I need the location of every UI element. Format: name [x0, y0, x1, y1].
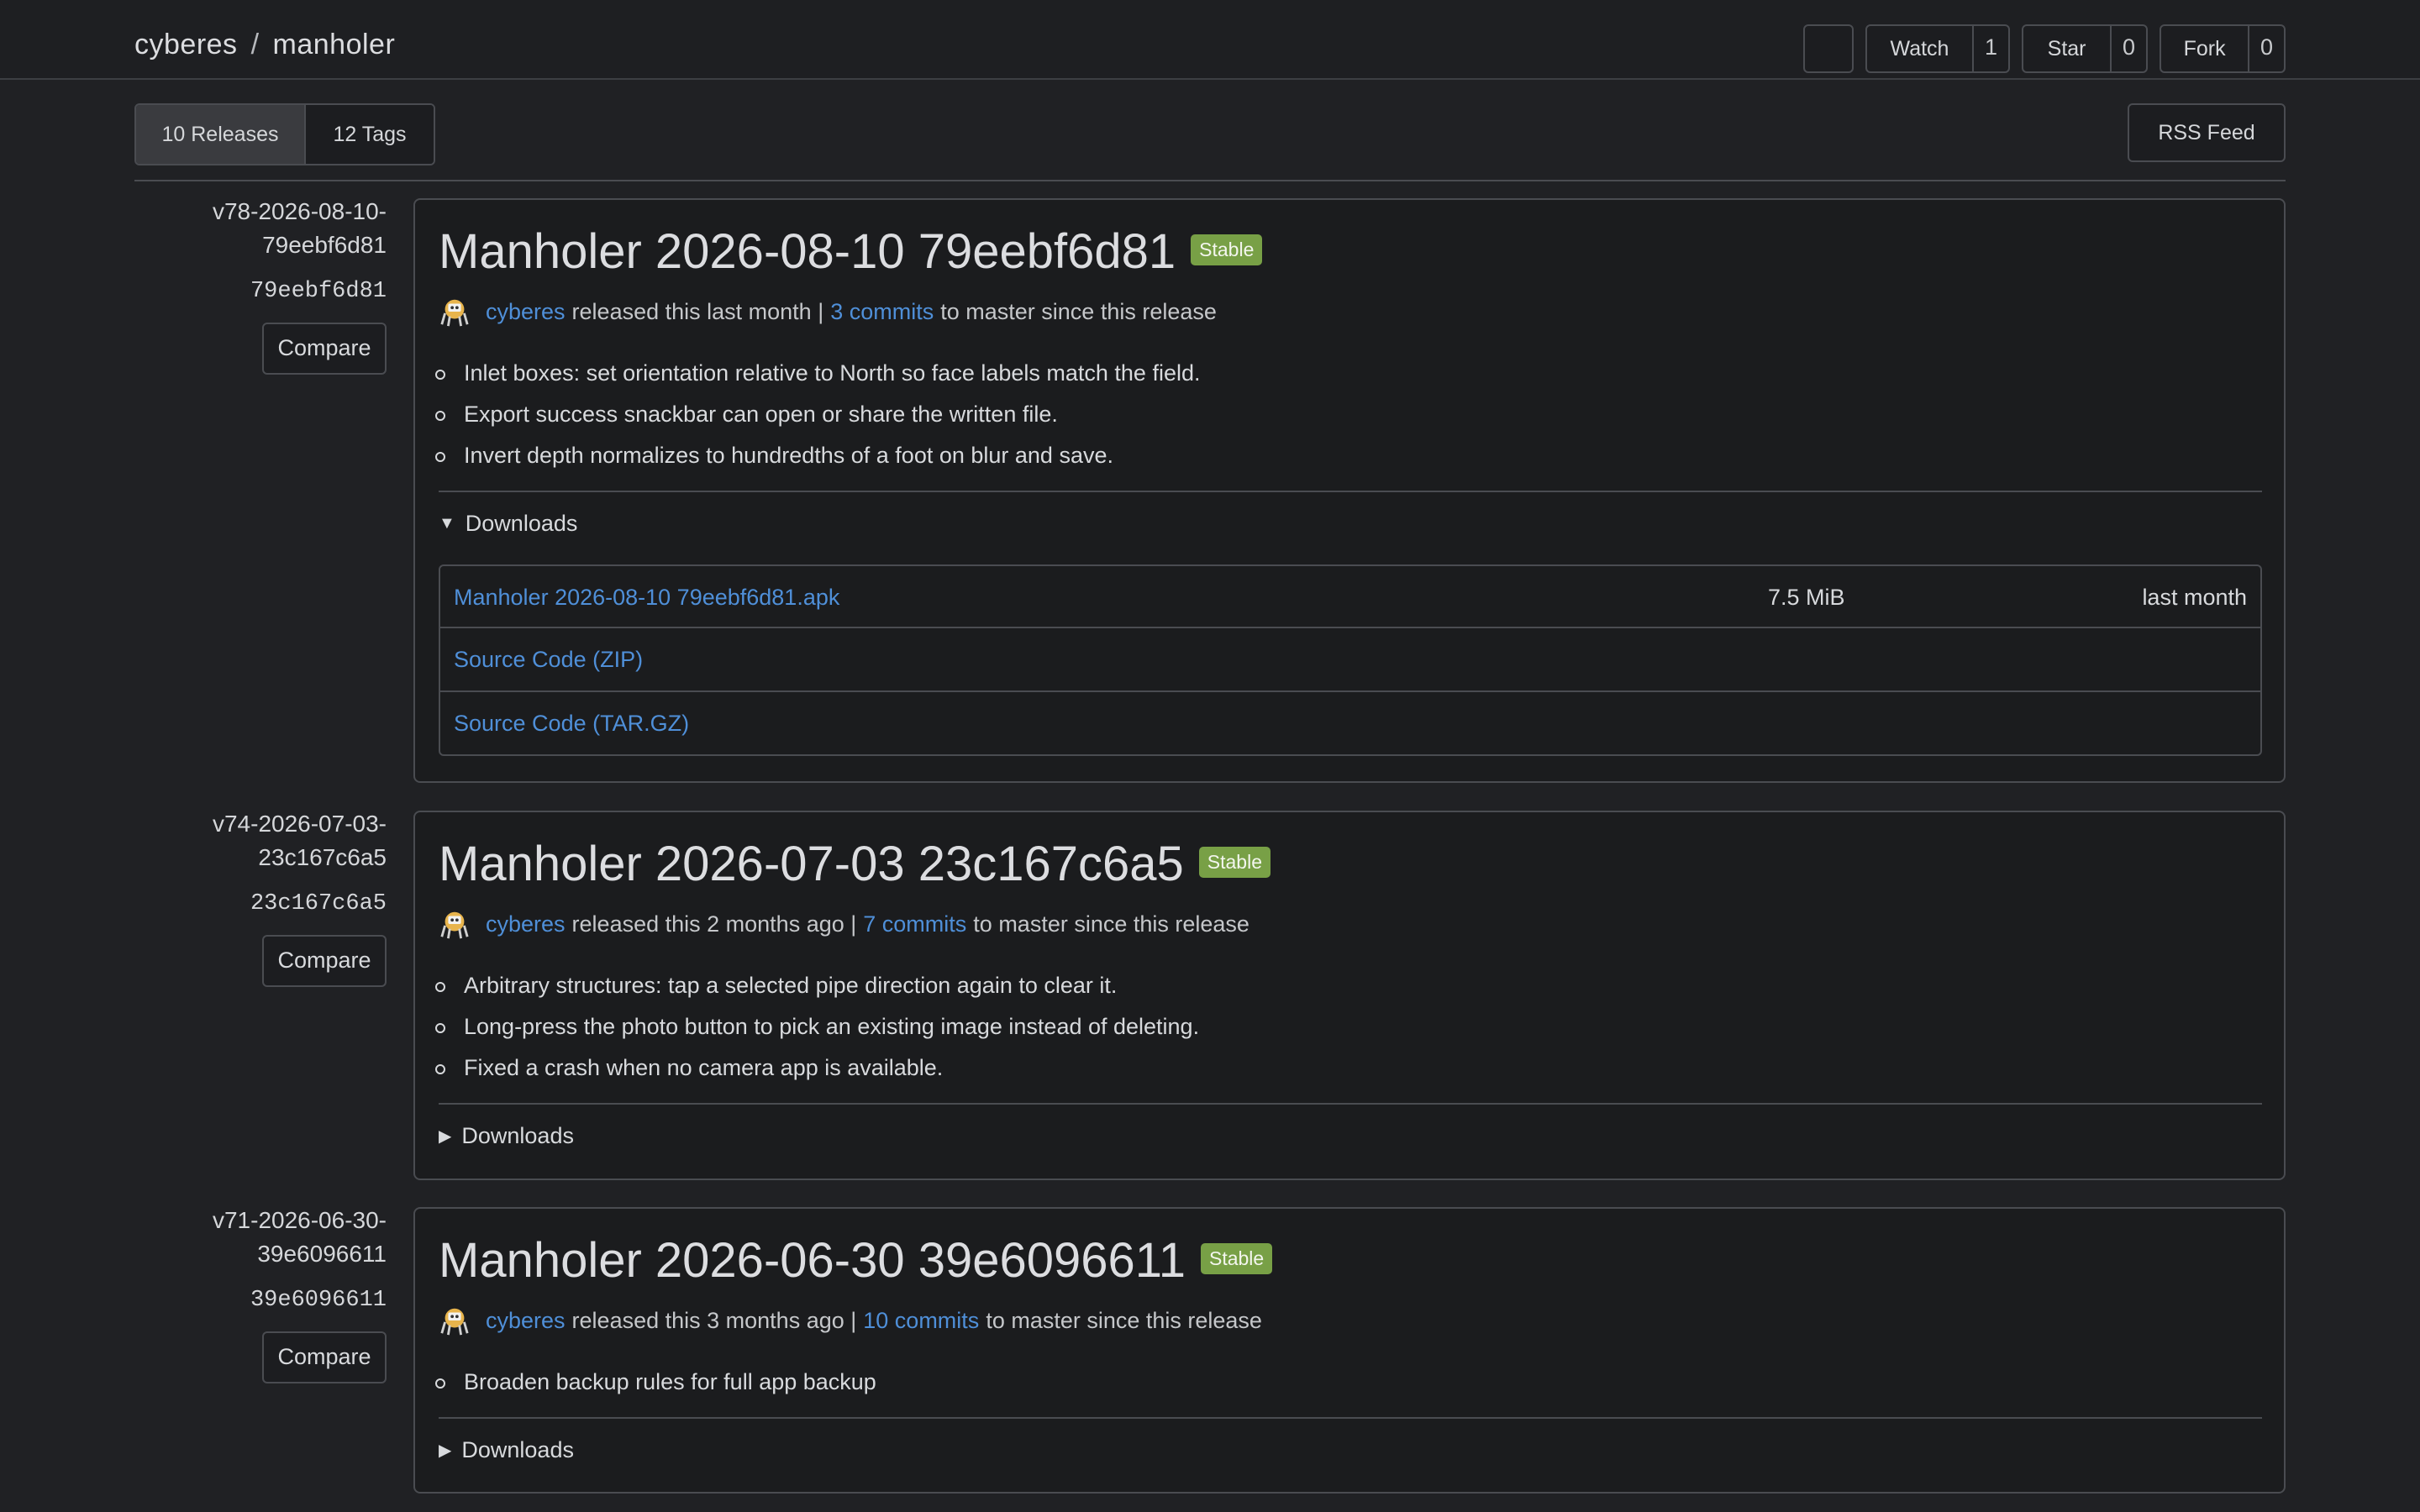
release-title: Manholer 2026-08-10 79eebf6d81 Stable: [439, 223, 1263, 280]
downloads-toggle[interactable]: ▶ Downloads: [439, 1437, 574, 1463]
release-title-link[interactable]: Manholer 2026-07-03 23c167c6a5: [439, 837, 1184, 891]
since-text: to master since this release: [973, 911, 1249, 937]
fork-button[interactable]: Fork 0: [2160, 24, 2286, 73]
divider: [134, 180, 2286, 181]
downloads-table: Manholer 2026-08-10 79eebf6d81.apk 7.5 M…: [439, 564, 2262, 756]
release-title-link[interactable]: Manholer 2026-06-30 39e6096611: [439, 1233, 1186, 1288]
source-targz-link[interactable]: Source Code (TAR.GZ): [454, 711, 689, 737]
release-notes: Inlet boxes: set orientation relative to…: [434, 353, 1200, 476]
release-meta: cyberes released this 3 months ago | 10 …: [439, 1305, 1262, 1336]
table-row: Source Code (TAR.GZ): [440, 692, 2260, 754]
release-sidebar: v78-2026-08-10- 79eebf6d81 79eebf6d81 Co…: [134, 195, 387, 375]
release-card: Manholer 2026-07-03 23c167c6a5 Stable cyb…: [413, 811, 2286, 1180]
author-link[interactable]: cyberes: [486, 1308, 566, 1334]
list-item: Broaden backup rules for full app backup: [435, 1362, 876, 1403]
repo-name-link[interactable]: manholer: [273, 29, 396, 60]
release-notes: Arbitrary structures: tap a selected pip…: [434, 965, 1199, 1089]
release-sidebar: v74-2026-07-03- 23c167c6a5 23c167c6a5 Co…: [134, 807, 387, 987]
asset-link[interactable]: Manholer 2026-08-10 79eebf6d81.apk: [454, 585, 839, 611]
repo-breadcrumb: cyberes / manholer: [134, 29, 395, 61]
star-count[interactable]: 0: [2110, 26, 2146, 71]
compare-button[interactable]: Compare: [262, 935, 387, 987]
stable-badge: Stable: [1200, 1243, 1273, 1275]
divider: [439, 1103, 2262, 1105]
commits-link[interactable]: 3 commits: [830, 299, 934, 325]
avatar-icon[interactable]: [439, 908, 471, 940]
author-link[interactable]: cyberes: [486, 911, 566, 937]
tab-releases[interactable]: 10 Releases: [136, 105, 306, 164]
release-tag[interactable]: v74-2026-07-03- 23c167c6a5: [134, 807, 387, 874]
watch-label[interactable]: Watch: [1867, 26, 1972, 71]
source-zip-link[interactable]: Source Code (ZIP): [454, 647, 643, 673]
watch-count[interactable]: 1: [1971, 26, 2008, 71]
compare-button[interactable]: Compare: [262, 1331, 387, 1383]
stable-badge: Stable: [1191, 234, 1263, 266]
triangle-down-icon: ▼: [439, 514, 455, 533]
release-meta: cyberes released this last month | 3 com…: [439, 296, 1217, 328]
release-notes: Broaden backup rules for full app backup: [435, 1362, 876, 1403]
rss-feed-button[interactable]: RSS Feed: [2128, 103, 2286, 162]
repo-header: cyberes / manholer Watch 1 Star 0 Fork 0: [0, 0, 2420, 80]
avatar-icon[interactable]: [439, 296, 471, 328]
breadcrumb-separator: /: [250, 29, 260, 60]
fork-count[interactable]: 0: [2248, 26, 2284, 71]
list-item: Arbitrary structures: tap a selected pip…: [434, 965, 1199, 1006]
since-text: to master since this release: [940, 298, 1217, 324]
commit-sha[interactable]: 79eebf6d81: [134, 279, 387, 304]
fork-label[interactable]: Fork: [2161, 26, 2248, 71]
release-tabs: 10 Releases 12 Tags: [134, 103, 435, 165]
repo-owner-link[interactable]: cyberes: [134, 29, 238, 60]
release-card: Manholer 2026-08-10 79eebf6d81 Stable cyb…: [413, 198, 2286, 783]
downloads-toggle[interactable]: ▶ Downloads: [439, 1123, 574, 1149]
released-text: released this last month |: [571, 298, 824, 324]
release-sidebar: v71-2026-06-30- 39e6096611 39e6096611 Co…: [134, 1204, 387, 1383]
avatar-icon[interactable]: [439, 1305, 471, 1336]
commit-sha[interactable]: 23c167c6a5: [134, 891, 387, 916]
release-card: Manholer 2026-06-30 39e6096611 Stable cyb…: [413, 1207, 2286, 1494]
tab-tags[interactable]: 12 Tags: [306, 105, 434, 164]
released-text: released this 3 months ago |: [571, 1307, 857, 1333]
released-text: released this 2 months ago |: [571, 911, 857, 937]
list-item: Invert depth normalizes to hundredths of…: [434, 435, 1200, 476]
since-text: to master since this release: [986, 1307, 1262, 1333]
author-link[interactable]: cyberes: [486, 299, 566, 325]
stable-badge: Stable: [1198, 847, 1270, 879]
star-label[interactable]: Star: [2023, 26, 2110, 71]
downloads-label: Downloads: [461, 1123, 574, 1148]
release-meta: cyberes released this 2 months ago | 7 c…: [439, 908, 1249, 940]
list-item: Export success snackbar can open or shar…: [434, 394, 1200, 435]
list-item: Long-press the photo button to pick an e…: [434, 1006, 1199, 1047]
list-item: Inlet boxes: set orientation relative to…: [434, 353, 1200, 394]
release-tag[interactable]: v78-2026-08-10- 79eebf6d81: [134, 195, 387, 262]
release-title-link[interactable]: Manholer 2026-08-10 79eebf6d81: [439, 224, 1176, 279]
table-row: Manholer 2026-08-10 79eebf6d81.apk 7.5 M…: [440, 566, 2260, 628]
commit-sha[interactable]: 39e6096611: [134, 1288, 387, 1313]
watch-button[interactable]: Watch 1: [1865, 24, 2010, 73]
star-button[interactable]: Star 0: [2022, 24, 2148, 73]
divider: [439, 491, 2262, 492]
asset-date: last month: [2142, 585, 2247, 610]
commits-link[interactable]: 7 commits: [863, 911, 966, 937]
rss-subscribe-button[interactable]: [1803, 24, 1854, 73]
asset-size: 7.5 MiB: [1768, 585, 1845, 610]
downloads-toggle[interactable]: ▼ Downloads: [439, 511, 577, 537]
release-title: Manholer 2026-07-03 23c167c6a5 Stable: [439, 836, 1270, 892]
triangle-right-icon: ▶: [439, 1127, 452, 1146]
release-tag[interactable]: v71-2026-06-30- 39e6096611: [134, 1204, 387, 1271]
divider: [439, 1417, 2262, 1419]
compare-button[interactable]: Compare: [262, 323, 387, 375]
triangle-right-icon: ▶: [439, 1441, 452, 1460]
downloads-label: Downloads: [461, 1437, 574, 1462]
table-row: Source Code (ZIP): [440, 628, 2260, 692]
release-title: Manholer 2026-06-30 39e6096611 Stable: [439, 1232, 1273, 1289]
list-item: Fixed a crash when no camera app is avai…: [434, 1047, 1199, 1089]
downloads-label: Downloads: [465, 511, 578, 536]
commits-link[interactable]: 10 commits: [863, 1308, 979, 1334]
